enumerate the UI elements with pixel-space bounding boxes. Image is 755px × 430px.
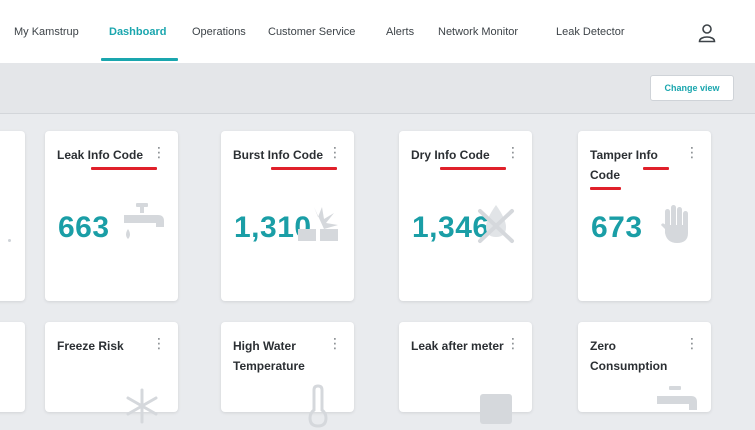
card-title: Leak Info Code: [57, 148, 144, 162]
card-menu-icon[interactable]: ⋮: [328, 145, 342, 161]
partial-card-icon: [8, 239, 11, 242]
annotation-underline: [590, 187, 621, 190]
card-menu-icon[interactable]: ⋮: [328, 336, 342, 352]
card-dry-info-code[interactable]: Dry Info Code ⋮ 1,346: [399, 131, 532, 301]
card-burst-info-code[interactable]: Burst Info Code ⋮ 1,310: [221, 131, 354, 301]
card-menu-icon[interactable]: ⋮: [152, 336, 166, 352]
card-title: High Water Temperature: [233, 339, 305, 373]
card-menu-icon[interactable]: ⋮: [506, 336, 520, 352]
faucet-icon: [657, 386, 697, 410]
faucet-icon: [124, 203, 164, 239]
hand-icon: [661, 205, 688, 243]
dashboard-toolbar: [0, 63, 755, 114]
annotation-underline: [91, 167, 157, 170]
partial-card[interactable]: [0, 131, 25, 301]
nav-alerts[interactable]: Alerts: [386, 26, 414, 38]
thermometer-icon: [308, 384, 328, 428]
nav-operations[interactable]: Operations: [192, 26, 246, 38]
top-nav-bar: My Kamstrup Dashboard Operations Custome…: [0, 0, 755, 64]
nav-leak-detector[interactable]: Leak Detector: [556, 26, 624, 38]
user-icon[interactable]: [696, 22, 718, 44]
partial-card[interactable]: [0, 322, 25, 412]
card-title: Dry Info Code: [411, 148, 490, 162]
nav-customer-service[interactable]: Customer Service: [268, 26, 355, 38]
card-title: Freeze Risk: [57, 339, 124, 353]
card-menu-icon[interactable]: ⋮: [152, 145, 166, 161]
burst-pipe-icon: [298, 207, 338, 243]
card-title: Zero Consumption: [590, 339, 668, 373]
nav-dashboard[interactable]: Dashboard: [109, 26, 166, 38]
meter-icon: [480, 394, 512, 424]
card-leak-after-meter[interactable]: Leak after meter ⋮: [399, 322, 532, 424]
card-menu-icon[interactable]: ⋮: [685, 336, 699, 352]
snowflake-icon: [126, 388, 158, 424]
card-menu-icon[interactable]: ⋮: [685, 145, 699, 161]
annotation-underline: [643, 167, 669, 170]
annotation-underline: [440, 167, 506, 170]
annotation-underline: [271, 167, 337, 170]
card-value: 663: [58, 211, 110, 244]
dry-drop-icon: [478, 205, 514, 243]
card-title: Leak after meter: [411, 339, 504, 353]
card-title: Burst Info Code: [233, 148, 323, 162]
card-value: 673: [591, 211, 643, 244]
card-zero-consumption[interactable]: Zero Consumption ⋮: [578, 322, 711, 412]
card-title: Tamper Info Code: [590, 148, 658, 182]
nav-network-monitor[interactable]: Network Monitor: [438, 26, 518, 38]
card-leak-info-code[interactable]: Leak Info Code ⋮ 663: [45, 131, 178, 301]
card-tamper-info-code[interactable]: Tamper Info Code ⋮ 673: [578, 131, 711, 301]
card-high-water-temperature[interactable]: High Water Temperature ⋮: [221, 322, 354, 428]
card-menu-icon[interactable]: ⋮: [506, 145, 520, 161]
active-tab-indicator: [101, 58, 178, 61]
card-freeze-risk[interactable]: Freeze Risk ⋮: [45, 322, 178, 424]
change-view-button[interactable]: Change view: [650, 75, 734, 101]
nav-my-kamstrup[interactable]: My Kamstrup: [14, 26, 79, 38]
